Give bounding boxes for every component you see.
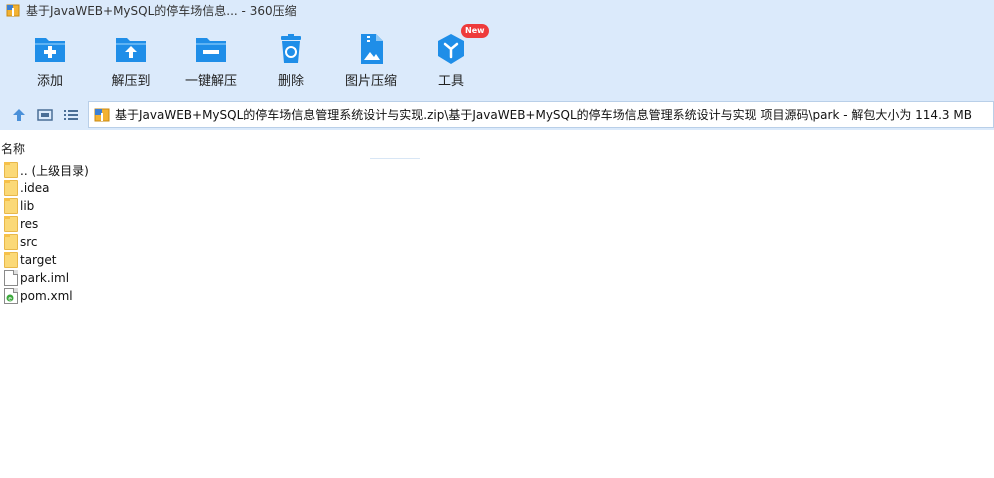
list-item-name: park.iml (20, 271, 70, 285)
add-label: 添加 (36, 74, 63, 89)
extract-folder-icon (113, 32, 149, 66)
toolbar-area: 基于JavaWEB+MySQL的停车场信息... - 360压缩 添加 解压到 … (0, 0, 994, 130)
extract-to-button[interactable]: 解压到 (91, 24, 171, 90)
svg-text:e: e (8, 296, 12, 303)
list-item[interactable]: park.iml (0, 269, 994, 287)
one-click-extract-button[interactable]: 一键解压 (171, 24, 251, 90)
new-badge: New (461, 24, 489, 38)
list-item-name: src (20, 235, 38, 249)
delete-button[interactable]: 删除 (251, 24, 331, 90)
folder-icon (4, 162, 18, 178)
list-item-name: res (20, 217, 39, 231)
list-item[interactable]: target (0, 251, 994, 269)
header-divider (370, 158, 420, 159)
folder-icon (4, 234, 18, 250)
image-compress-button[interactable]: 图片压缩 (331, 24, 411, 90)
address-bar[interactable]: 基于JavaWEB+MySQL的停车场信息管理系统设计与实现.zip\基于Jav… (88, 101, 994, 128)
file-list: .. (上级目录) .idea lib res src target park.iml e po… (0, 161, 994, 305)
add-button[interactable]: 添加 (10, 24, 90, 90)
list-item[interactable]: src (0, 233, 994, 251)
extract-to-label: 解压到 (111, 74, 151, 89)
archive-icon (94, 107, 110, 123)
image-compress-label: 图片压缩 (344, 74, 397, 89)
title-bar: 基于JavaWEB+MySQL的停车场信息... - 360压缩 (0, 0, 994, 20)
column-name-label: 名称 (1, 141, 26, 156)
tools-label: 工具 (437, 74, 464, 89)
main-toolbar: 添加 解压到 一键解压 删除 图片压缩 New 工具 (0, 24, 994, 94)
list-view-icon[interactable] (62, 106, 80, 124)
one-click-extract-label: 一键解压 (184, 74, 237, 89)
xml-file-icon: e (4, 288, 18, 304)
list-item[interactable]: .idea (0, 179, 994, 197)
thumbnail-view-icon[interactable] (36, 106, 54, 124)
list-item-name: lib (20, 199, 35, 213)
list-item[interactable]: .. (上级目录) (0, 161, 994, 179)
folder-icon (4, 180, 18, 196)
list-item-name: pom.xml (20, 289, 73, 303)
up-arrow-icon[interactable] (10, 106, 28, 124)
add-folder-icon (32, 32, 68, 66)
archive-app-icon (6, 3, 20, 17)
list-item-name: .. (上级目录) (20, 163, 89, 178)
folder-icon (4, 252, 18, 268)
one-click-folder-icon (193, 32, 229, 66)
tools-button[interactable]: New 工具 (411, 24, 491, 90)
list-item[interactable]: e pom.xml (0, 287, 994, 305)
folder-icon (4, 216, 18, 232)
column-header-name[interactable]: 名称 (0, 138, 994, 158)
recycle-bin-icon (273, 32, 309, 66)
list-item-name: target (20, 253, 57, 267)
list-item[interactable]: res (0, 215, 994, 233)
window-title: 基于JavaWEB+MySQL的停车场信息... - 360压缩 (26, 3, 297, 18)
list-item[interactable]: lib (0, 197, 994, 215)
navigation-row: 基于JavaWEB+MySQL的停车场信息管理系统设计与实现.zip\基于Jav… (0, 100, 994, 130)
file-icon (4, 270, 18, 286)
address-path: 基于JavaWEB+MySQL的停车场信息管理系统设计与实现.zip\基于Jav… (115, 108, 972, 122)
folder-icon (4, 198, 18, 214)
image-zip-icon (353, 32, 389, 66)
delete-label: 删除 (277, 74, 304, 89)
list-item-name: .idea (20, 181, 50, 195)
